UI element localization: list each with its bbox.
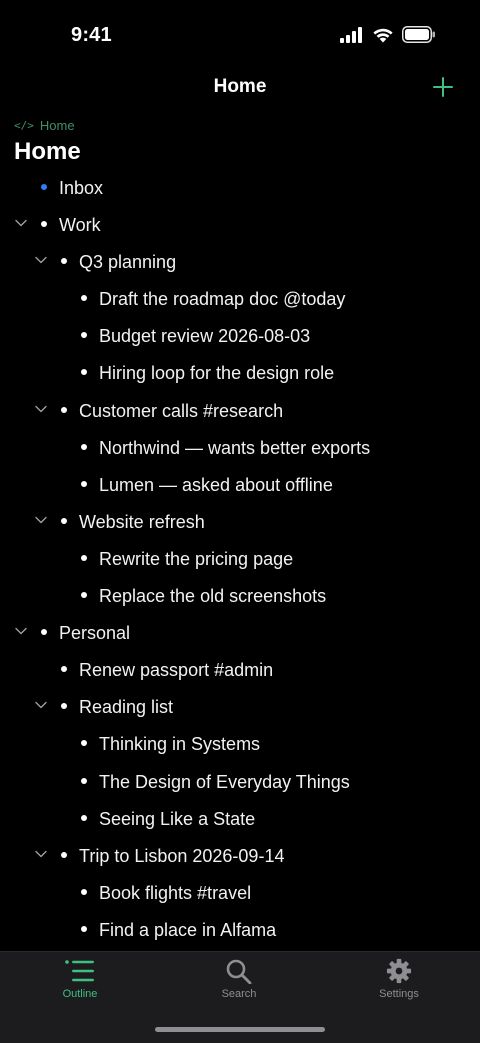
outline-row[interactable]: Hiring loop for the design role xyxy=(0,355,480,392)
breadcrumb[interactable]: </> Home xyxy=(14,118,75,133)
bullet-icon[interactable] xyxy=(61,703,67,710)
bullet-icon[interactable] xyxy=(81,480,87,487)
bullet-icon[interactable] xyxy=(81,925,87,932)
code-icon: </> xyxy=(14,119,34,132)
bullet-icon[interactable] xyxy=(81,888,87,895)
outline-row[interactable]: Lumen — asked about offline xyxy=(0,467,480,504)
outline-row[interactable]: Northwind — wants better exports xyxy=(0,430,480,467)
bullet-icon[interactable] xyxy=(41,184,47,190)
status-bar: 9:41 xyxy=(0,0,480,70)
nav-title: Home xyxy=(213,76,267,97)
chevron-down-icon[interactable] xyxy=(14,216,28,230)
bullet-icon[interactable] xyxy=(81,554,87,561)
wifi-icon xyxy=(372,27,394,43)
bullet-icon[interactable] xyxy=(81,592,87,599)
outline-item-text[interactable]: Work xyxy=(59,215,101,236)
outline-row[interactable]: Website refresh xyxy=(0,504,480,541)
outline-row[interactable]: Q3 planning xyxy=(0,244,480,281)
outline-row[interactable]: Work xyxy=(0,207,480,244)
bullet-icon[interactable] xyxy=(81,443,87,450)
outline-item-text[interactable]: Customer calls #research xyxy=(79,401,283,422)
outline-item-text[interactable]: Renew passport #admin xyxy=(79,660,273,681)
cellular-signal-icon xyxy=(340,26,364,43)
outline-item-text[interactable]: Northwind — wants better exports xyxy=(99,438,370,459)
bullet-icon[interactable] xyxy=(81,740,87,747)
bullet-icon[interactable] xyxy=(81,814,87,821)
chevron-down-icon[interactable] xyxy=(34,402,48,416)
bullet-icon[interactable] xyxy=(41,629,47,636)
outline-item-text[interactable]: Hiring loop for the design role xyxy=(99,363,334,384)
outline-item-text[interactable]: Trip to Lisbon 2026-09-14 xyxy=(79,846,284,867)
breadcrumb-label: Home xyxy=(39,118,75,133)
outline-row[interactable]: Thinking in Systems xyxy=(0,726,480,763)
outline-item-text[interactable]: Seeing Like a State xyxy=(99,809,255,830)
outline-item-text[interactable]: Find a place in Alfama xyxy=(99,920,276,941)
outline-row[interactable]: Seeing Like a State xyxy=(0,801,480,838)
outline-row[interactable]: Replace the old screenshots xyxy=(0,578,480,615)
bullet-icon[interactable] xyxy=(81,295,87,302)
chevron-down-icon[interactable] xyxy=(34,513,48,527)
outline-row[interactable]: Find a place in Alfama xyxy=(0,912,480,949)
outline-row[interactable]: Budget review 2026-08-03 xyxy=(0,318,480,355)
outline-item-text[interactable]: Budget review 2026-08-03 xyxy=(99,326,310,347)
outline-row[interactable]: The Design of Everyday Things xyxy=(0,764,480,801)
outline-row[interactable]: Inbox xyxy=(0,170,480,207)
tab-outline[interactable]: Outline xyxy=(25,958,135,1014)
outline-row[interactable]: Renew passport #admin xyxy=(0,652,480,689)
outline-item-text[interactable]: Rewrite the pricing page xyxy=(99,549,293,570)
outline-item-text[interactable]: Replace the old screenshots xyxy=(99,586,326,607)
chevron-down-icon[interactable] xyxy=(34,253,48,267)
outline-item-text[interactable]: Lumen — asked about offline xyxy=(99,475,333,496)
outline-item-text[interactable]: Q3 planning xyxy=(79,252,176,273)
bullet-icon[interactable] xyxy=(41,221,47,228)
outline-row[interactable]: Reading list xyxy=(0,689,480,726)
bullet-icon[interactable] xyxy=(81,777,87,784)
tab-settings[interactable]: Settings xyxy=(344,958,454,1014)
gear-icon xyxy=(386,958,412,984)
outline-row[interactable]: Customer calls #research xyxy=(0,393,480,430)
navigation-bar: Home xyxy=(0,70,480,104)
bullet-icon[interactable] xyxy=(61,517,67,524)
outline-item-text[interactable]: Reading list xyxy=(79,697,173,718)
status-icons xyxy=(340,26,436,43)
tab-search[interactable]: Search xyxy=(184,958,294,1014)
outline-row[interactable]: Draft the roadmap doc @today xyxy=(0,281,480,318)
outline-row[interactable]: Book flights #travel xyxy=(0,875,480,912)
add-button[interactable] xyxy=(430,74,456,100)
outline-item-text[interactable]: The Design of Everyday Things xyxy=(99,772,350,793)
outline-list: Inbox Work Q3 planning Draft the roadmap do… xyxy=(0,170,480,949)
bullet-icon[interactable] xyxy=(61,258,67,265)
status-time: 9:41 xyxy=(71,24,112,46)
bullet-icon[interactable] xyxy=(61,406,67,413)
search-icon xyxy=(226,959,252,984)
bullet-icon[interactable] xyxy=(61,851,67,858)
outline-item-text[interactable]: Website refresh xyxy=(79,512,205,533)
battery-icon xyxy=(402,26,436,43)
bullet-icon[interactable] xyxy=(81,332,87,339)
app-screen: 9:41 Home </> Home Home Inbox Work Q3 pl… xyxy=(0,0,480,1043)
outline-item-text[interactable]: Thinking in Systems xyxy=(99,734,260,755)
list-icon xyxy=(65,960,94,982)
home-indicator xyxy=(155,1027,325,1032)
outline-item-text[interactable]: Draft the roadmap doc @today xyxy=(99,289,345,310)
outline-item-text[interactable]: Book flights #travel xyxy=(99,883,251,904)
tab-outline-label: Outline xyxy=(62,988,98,1000)
outline-item-text[interactable]: Inbox xyxy=(59,178,103,199)
bullet-icon[interactable] xyxy=(61,666,67,673)
outline-row[interactable]: Rewrite the pricing page xyxy=(0,541,480,578)
outline-item-text[interactable]: Personal xyxy=(59,623,130,644)
chevron-down-icon[interactable] xyxy=(34,847,48,861)
bullet-icon[interactable] xyxy=(81,369,87,376)
tab-settings-label: Settings xyxy=(379,988,419,1000)
chevron-down-icon[interactable] xyxy=(34,698,48,712)
outline-row[interactable]: Personal xyxy=(0,615,480,652)
outline-row[interactable]: Trip to Lisbon 2026-09-14 xyxy=(0,838,480,875)
page-title: Home xyxy=(14,138,81,165)
tab-search-label: Search xyxy=(221,988,257,1000)
chevron-down-icon[interactable] xyxy=(14,624,28,638)
